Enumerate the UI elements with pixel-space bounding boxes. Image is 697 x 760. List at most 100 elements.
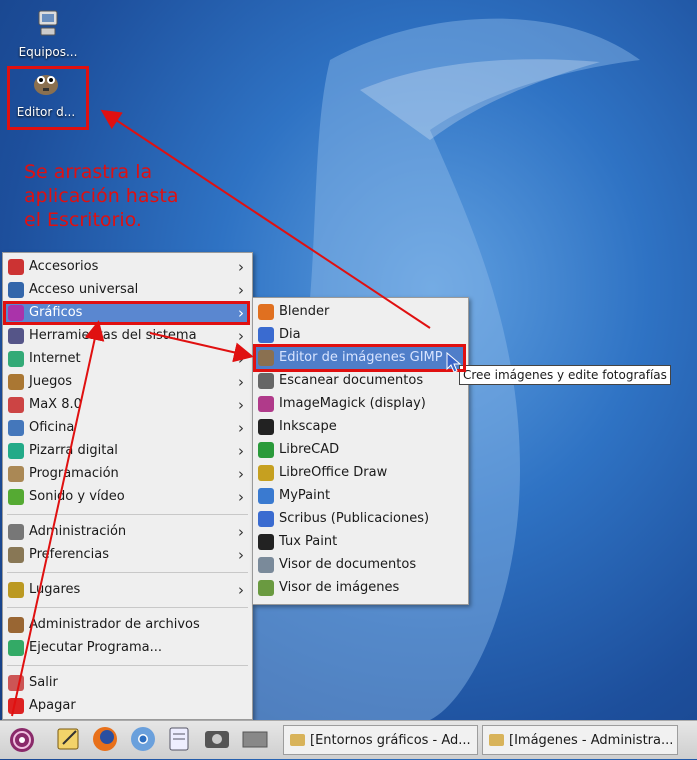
submenu-item-scanner[interactable]: Escanear documentos [255, 370, 466, 392]
submenu-item-imagemagick[interactable]: ImageMagick (display) [255, 393, 466, 415]
menu-item-juegos[interactable]: Juegos › [5, 371, 250, 393]
taskbar: [Entornos gráficos - Ad... [Imágenes - A… [0, 720, 697, 759]
submenu-item-label: Visor de imágenes [279, 580, 400, 595]
menu-item-lugares[interactable]: Lugares › [5, 579, 250, 601]
notes-icon [169, 727, 189, 751]
menu-item-oficina[interactable]: Oficina › [5, 417, 250, 439]
menu-item-label: Pizarra digital [29, 443, 118, 458]
menu-item-administración[interactable]: Administración › [5, 521, 250, 543]
preferences-icon [8, 547, 24, 563]
menu-item-label: MaX 8.0 [29, 397, 82, 412]
whiteboard-icon [8, 443, 24, 459]
logout-icon [8, 675, 24, 691]
computer-icon [10, 8, 86, 41]
menu-item-label: Herramientas del sistema [29, 328, 197, 343]
submenu-item-blender[interactable]: Blender [255, 301, 466, 323]
task-label: [Entornos gráficos - Ad... [310, 733, 471, 748]
chevron-right-icon: › [238, 281, 244, 299]
internet-icon [8, 351, 24, 367]
administration-icon [8, 524, 24, 540]
submenu-item-image-viewer[interactable]: Visor de imágenes [255, 577, 466, 599]
menu-item-herramientas-del-sistema[interactable]: Herramientas del sistema › [5, 325, 250, 347]
menu-item-administrador-de-archivos[interactable]: Administrador de archivos [5, 614, 250, 636]
chevron-right-icon: › [238, 350, 244, 368]
mypaint-icon [258, 488, 274, 504]
menu-item-label: Administración [29, 524, 127, 539]
menu-item-acceso-universal[interactable]: Acceso universal › [5, 279, 250, 301]
graphics-highlight [3, 301, 250, 325]
screenshot-launcher[interactable] [202, 724, 234, 754]
menu-item-apagar[interactable]: Apagar [5, 695, 250, 717]
accessibility-icon [8, 282, 24, 298]
submenu-item-label: Visor de documentos [279, 557, 417, 572]
submenu-item-mypaint[interactable]: MyPaint [255, 485, 466, 507]
menu-item-label: Sonido y vídeo [29, 489, 125, 504]
submenu-item-label: Scribus (Publicaciones) [279, 511, 430, 526]
chevron-right-icon: › [238, 465, 244, 483]
file-manager-icon [8, 617, 24, 633]
menu-item-ejecutar-programa-[interactable]: Ejecutar Programa... [5, 637, 250, 659]
office-icon [8, 420, 24, 436]
scanner-icon [258, 373, 274, 389]
submenu-item-dia[interactable]: Dia [255, 324, 466, 346]
desktop-icon-highlight [7, 66, 89, 130]
submenu-item-label: Blender [279, 304, 330, 319]
menu-item-internet[interactable]: Internet › [5, 348, 250, 370]
menu-item-label: Acceso universal [29, 282, 139, 297]
chromium-launcher[interactable] [128, 724, 160, 754]
show-desktop-icon [242, 731, 268, 748]
imagemagick-icon [258, 396, 274, 412]
desktop-icon-computer[interactable]: Equipos... [10, 8, 86, 59]
menu-item-label: Oficina [29, 420, 75, 435]
games-icon [8, 374, 24, 390]
menu-item-preferencias[interactable]: Preferencias › [5, 544, 250, 566]
chevron-right-icon: › [238, 396, 244, 414]
submenu-item-scribus[interactable]: Scribus (Publicaciones) [255, 508, 466, 530]
menu-item-accesorios[interactable]: Accesorios › [5, 256, 250, 278]
chevron-right-icon: › [238, 327, 244, 345]
main-menu-icon [10, 728, 34, 752]
places-icon [8, 582, 24, 598]
menu-item-label: Administrador de archivos [29, 617, 200, 632]
text-editor-launcher[interactable] [54, 724, 86, 754]
taskbar-window-2[interactable]: [Imágenes - Administra... [482, 725, 678, 755]
menu-item-label: Programación [29, 466, 119, 481]
system-tools-icon [8, 328, 24, 344]
submenu-item-librecad[interactable]: LibreCAD [255, 439, 466, 461]
submenu-item-tuxpaint[interactable]: Tux Paint [255, 531, 466, 553]
menu-item-salir[interactable]: Salir [5, 672, 250, 694]
chevron-right-icon: › [238, 442, 244, 460]
start-menu-button[interactable] [6, 724, 38, 754]
submenu-item-inkscape[interactable]: Inkscape [255, 416, 466, 438]
accessories-icon [8, 259, 24, 275]
programming-icon [8, 466, 24, 482]
show-desktop-button[interactable] [240, 724, 272, 754]
screenshot-icon [205, 731, 229, 748]
libreoffice-draw-icon [258, 465, 274, 481]
menu-item-max-8-0[interactable]: MaX 8.0 › [5, 394, 250, 416]
menu-item-programación[interactable]: Programación › [5, 463, 250, 485]
instruction-annotation: Se arrastra la aplicación hasta el Escri… [24, 161, 179, 231]
inkscape-icon [258, 419, 274, 435]
tooltip: Cree imágenes y edite fotografías [459, 365, 671, 385]
submenu-item-label: MyPaint [279, 488, 331, 503]
shutdown-icon [8, 698, 24, 714]
menu-item-sonido-y-vídeo[interactable]: Sonido y vídeo › [5, 486, 250, 508]
submenu-item-document-viewer[interactable]: Visor de documentos [255, 554, 466, 576]
dia-icon [258, 327, 274, 343]
chevron-right-icon: › [238, 488, 244, 506]
scribus-icon [258, 511, 274, 527]
menu-item-label: Salir [29, 675, 58, 690]
chevron-right-icon: › [238, 581, 244, 599]
taskbar-window-1[interactable]: [Entornos gráficos - Ad... [283, 725, 478, 755]
notes-launcher[interactable] [164, 724, 196, 754]
menu-item-pizarra-digital[interactable]: Pizarra digital › [5, 440, 250, 462]
submenu-item-label: Escanear documentos [279, 373, 424, 388]
firefox-launcher[interactable] [90, 724, 122, 754]
submenu-item-libreoffice-draw[interactable]: LibreOffice Draw [255, 462, 466, 484]
menu-item-label: Internet [29, 351, 81, 366]
multimedia-icon [8, 489, 24, 505]
text-editor-icon [57, 728, 79, 750]
document-viewer-icon [258, 557, 274, 573]
submenu-item-label: LibreCAD [279, 442, 340, 457]
